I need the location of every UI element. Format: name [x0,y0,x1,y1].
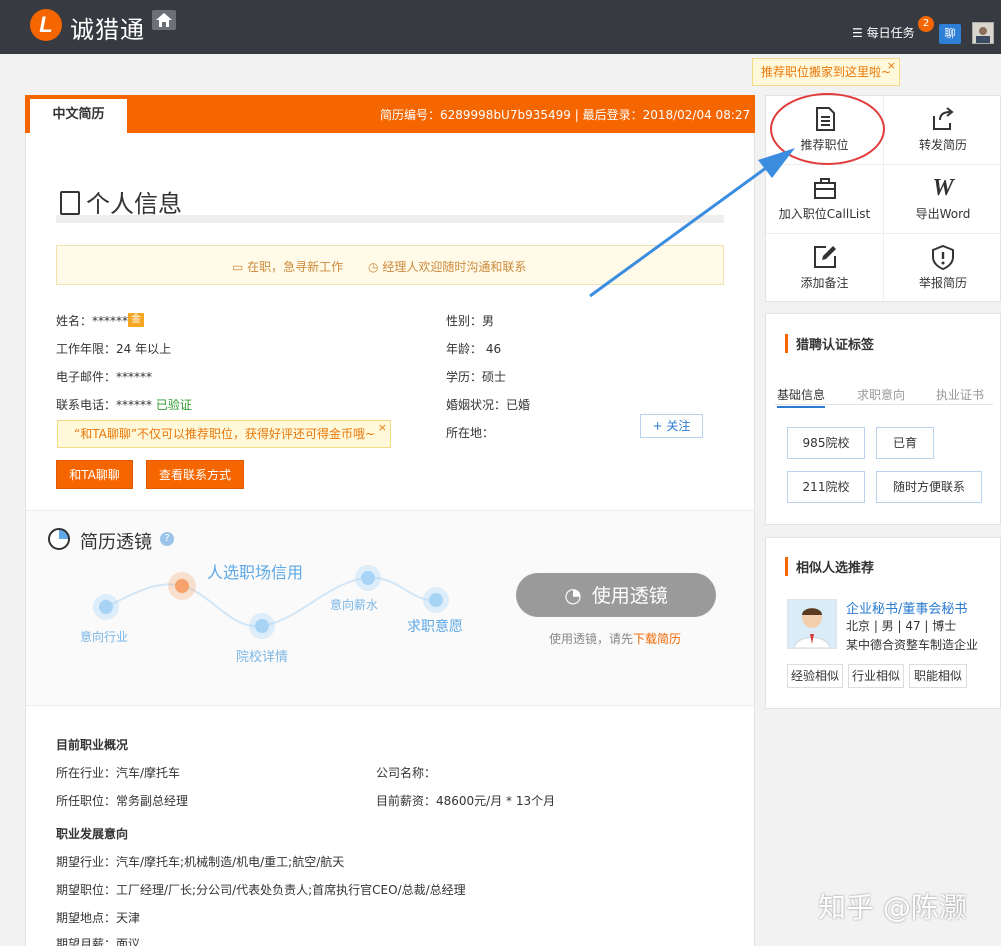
section-current-career: 目前职业概况 [56,738,129,752]
candidate-avatar[interactable] [787,599,837,649]
similar-candidate-info: 北京 | 男 | 47 | 博士 [846,619,957,633]
field-marital: 婚姻状况：已婚 [446,398,531,412]
use-lens-button[interactable]: ◔ 使用透镜 [516,573,716,617]
briefcase-icon [812,175,838,201]
tab-certificates[interactable]: 执业证书 [936,386,984,403]
forward-icon [930,106,956,132]
field-location: 所在地： [446,426,495,440]
verified-label: 已验证 [155,398,192,412]
similar-tag-experience[interactable]: 经验相似 [787,664,843,688]
field-exp-industry: 期望行业：汽车/摩托车;机械制造/机电/重工;航空/航天 [56,855,345,869]
field-exp-location: 期望地点：天津 [56,911,141,925]
report-resume-action[interactable]: 举报简历 [884,234,1001,303]
field-exp-position: 期望职位：工厂经理/厂长;分公司/代表处负责人;首席执行官CEO/总裁/总经理 [56,883,466,897]
warning-shield-icon [930,244,956,271]
field-position: 所任职位：常务副总经理 [56,794,189,808]
tab-chinese-resume[interactable]: 中文简历 [30,99,127,133]
resume-meta: 简历编号：6289998bU7b935499 | 最后登录：2018/02/04… [380,108,751,122]
brand-logo-icon[interactable]: L [30,9,62,41]
lens-label-intent: 求职意愿 [407,619,463,635]
section-career-intent: 职业发展意向 [56,827,129,841]
zhihu-watermark: 知乎 @陈灏 [818,891,967,924]
field-age: 年龄： 46 [446,342,502,356]
field-email: 电子邮件：****** [56,370,153,384]
daily-task-link[interactable]: ☰ 每日任务 [852,24,915,41]
lens-label-credit: 人选职场信用 [207,563,304,582]
chat-button[interactable]: 聊 [939,24,961,44]
top-navbar [0,0,1001,54]
task-list-icon: ☰ [852,26,863,40]
brand-name[interactable]: 诚猎通 [70,10,145,45]
lens-dot-salary [361,571,375,585]
user-avatar[interactable] [972,22,994,44]
clock-icon: ◷ [368,260,379,274]
home-icon[interactable] [152,10,176,30]
lens-dot-credit [175,579,189,593]
forward-resume-action[interactable]: 转发简历 [884,96,1001,165]
cert-title: 猎聘认证标签 [785,334,874,353]
similar-title: 相似人选推荐 [785,557,874,576]
chat-tip-tooltip: “和TA聊聊”不仅可以推荐职位，获得好评还可得金币哦~ × [57,420,391,448]
view-contact-button[interactable]: 查看联系方式 [146,460,244,489]
divider [775,404,993,405]
field-company: 公司名称： [376,766,437,780]
field-name: 姓名：****** [56,314,129,328]
cert-tag: 985院校 [787,427,865,459]
download-resume-link[interactable]: 下载简历 [633,632,681,646]
lens-clock-icon: ◔ [564,583,582,607]
add-calllist-action[interactable]: 加入职位CallList [766,165,884,234]
cert-tag: 已育 [876,427,934,459]
similar-candidate-link[interactable]: 企业秘书/董事会秘书 [846,598,967,617]
lens-note: 使用透镜，请先下载简历 [549,632,682,646]
lens-label-industry: 意向行业 [80,630,129,644]
field-gender: 性别：男 [446,314,495,328]
divider [56,215,724,223]
similar-tag-industry[interactable]: 行业相似 [848,664,904,688]
cert-tag: 211院校 [787,471,865,503]
close-icon[interactable]: × [378,415,387,441]
section-title-personal: 个人信息 [60,184,182,219]
chat-with-ta-button[interactable]: 和TA聊聊 [56,460,133,489]
lens-dot-industry [99,600,113,614]
move-tip-tooltip: 推荐职位搬家到这里啦~ × [752,58,900,86]
field-phone: 联系电话：****** 已验证 [56,398,192,412]
cert-tag: 随时方便联系 [876,471,982,503]
similar-tag-function[interactable]: 职能相似 [909,664,967,688]
help-icon[interactable]: ? [160,532,174,546]
lens-label-salary: 意向薪水 [330,598,379,612]
job-status: ▭ 在职，急寻新工作 [232,260,344,274]
lens-label-school: 院校详情 [236,650,289,665]
follow-button[interactable]: + 关注 [640,414,703,438]
field-industry: 所在行业：汽车/摩托车 [56,766,181,780]
pie-chart-icon [48,528,70,550]
word-icon: W [932,175,954,201]
highlight-circle [770,93,885,165]
lens-dot-school [255,619,269,633]
similar-candidate-company: 某中德合资整车制造企业 [846,638,979,652]
task-count-badge: 2 [918,16,934,32]
add-note-action[interactable]: 添加备注 [766,234,884,303]
export-word-action[interactable]: W 导出Word [884,165,1001,234]
lens-title: 简历透镜 [80,532,152,553]
lens-dot-intent [429,593,443,607]
contact-status: ◷ 经理人欢迎随时沟通和联系 [368,260,527,274]
field-years: 工作年限：24 年以上 [56,342,172,356]
gold-member-badge: 金 [128,313,144,327]
id-card-icon: ▭ [232,260,244,274]
field-exp-salary: 期望月薪：面议 [56,937,141,946]
tab-job-intent[interactable]: 求职意向 [857,386,905,403]
close-icon[interactable]: × [887,53,896,79]
field-education: 学历：硕士 [446,370,507,384]
edit-icon [812,244,838,270]
clipboard-icon [60,191,80,215]
field-salary: 目前薪资：48600元/月 * 13个月 [376,794,556,808]
